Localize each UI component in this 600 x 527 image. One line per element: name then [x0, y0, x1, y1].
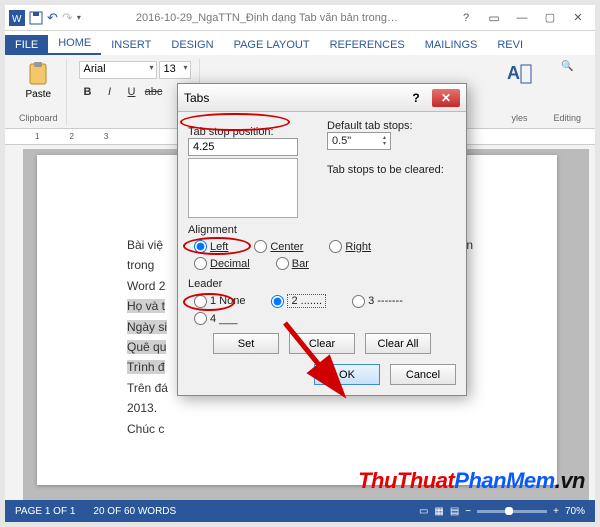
minimize-icon[interactable]: —	[509, 9, 535, 27]
leader-label: Leader	[188, 278, 222, 290]
restore-icon[interactable]: ▢	[537, 9, 563, 27]
zoom-in-icon[interactable]: +	[553, 506, 559, 517]
default-tab-stops-spinner[interactable]: 0.5"	[327, 132, 391, 150]
clipboard-icon	[27, 61, 49, 87]
watermark: ThuThuatPhanMem.vn	[358, 468, 585, 494]
word-app-icon: W	[9, 10, 25, 26]
underline-icon[interactable]: U	[123, 83, 141, 101]
undo-icon[interactable]: ↶	[47, 10, 58, 26]
body-text: Họ và t	[127, 299, 165, 313]
tab-insert[interactable]: INSERT	[101, 35, 161, 55]
body-text: Bài việ	[127, 238, 163, 252]
tab-stop-position-label: Tab stop position:	[188, 126, 274, 138]
align-decimal-radio[interactable]: Decimal	[194, 257, 250, 270]
zoom-slider[interactable]	[477, 510, 547, 513]
body-text: Trên đá	[127, 381, 168, 395]
svg-text:W: W	[12, 14, 22, 25]
tab-references[interactable]: REFERENCES	[320, 35, 415, 55]
clear-button[interactable]: Clear	[289, 333, 355, 354]
redo-icon[interactable]: ↷	[62, 10, 73, 26]
body-text: Ngày si	[127, 320, 167, 334]
tab-page-layout[interactable]: PAGE LAYOUT	[224, 35, 320, 55]
styles-icon[interactable]: A	[505, 61, 533, 87]
bold-icon[interactable]: B	[79, 83, 97, 101]
ribbon-options-icon[interactable]: ▭	[481, 9, 507, 27]
zoom-level[interactable]: 70%	[565, 506, 585, 517]
font-size-combo[interactable]: 13	[159, 61, 191, 79]
leader-underline-radio[interactable]: 4 ___	[194, 312, 238, 325]
svg-text:A: A	[507, 63, 520, 83]
align-bar-radio[interactable]: Bar	[276, 257, 309, 270]
editing-group-label: Editing	[553, 113, 581, 123]
set-button[interactable]: Set	[213, 333, 279, 354]
ribbon-tabs: FILE HOME INSERT DESIGN PAGE LAYOUT REFE…	[5, 31, 595, 55]
close-window-icon[interactable]: ✕	[565, 9, 591, 27]
leader-dashes-radio[interactable]: 3 -------	[352, 294, 403, 308]
default-tab-stops-label: Default tab stops:	[327, 120, 456, 132]
tab-stop-listbox[interactable]	[188, 158, 298, 218]
tab-review[interactable]: REVI	[487, 35, 533, 55]
zoom-out-icon[interactable]: −	[465, 506, 471, 517]
view-web-icon[interactable]: ▤	[450, 506, 459, 517]
italic-icon[interactable]: I	[101, 83, 119, 101]
align-right-radio[interactable]: Right	[329, 240, 371, 253]
find-icon[interactable]: 🔍	[561, 61, 573, 72]
status-page[interactable]: PAGE 1 OF 1	[15, 506, 75, 517]
status-words[interactable]: 20 OF 60 WORDS	[93, 506, 176, 517]
clipboard-group-label: Clipboard	[19, 113, 58, 123]
paste-label: Paste	[25, 89, 51, 100]
tabs-dialog: Tabs ? ✕ Tab stop position: Default tab …	[177, 83, 467, 396]
body-text: Chúc c	[127, 419, 487, 439]
align-center-radio[interactable]: Center	[254, 240, 303, 253]
body-text: Trình đ	[127, 360, 165, 374]
styles-group-label: yles	[511, 113, 527, 123]
status-bar: PAGE 1 OF 1 20 OF 60 WORDS ▭ ▦ ▤ − + 70%	[5, 500, 595, 522]
body-text: Quê qu	[127, 340, 166, 354]
dialog-help-icon[interactable]: ?	[402, 89, 430, 107]
window-title: 2016-10-29_NgaTTN_Định dạng Tab văn bản …	[81, 12, 453, 24]
cancel-button[interactable]: Cancel	[390, 364, 456, 385]
leader-none-radio[interactable]: 1 None	[194, 294, 245, 308]
tab-stops-cleared-label: Tab stops to be cleared:	[327, 164, 456, 176]
leader-dots-radio[interactable]: 2 .......	[271, 294, 326, 308]
tab-file[interactable]: FILE	[5, 35, 48, 55]
strike-icon[interactable]: abc	[145, 83, 163, 101]
clear-all-button[interactable]: Clear All	[365, 333, 431, 354]
tab-stop-position-input[interactable]	[188, 138, 298, 156]
ok-button[interactable]: OK	[314, 364, 380, 385]
alignment-label: Alignment	[188, 224, 237, 236]
help-icon[interactable]: ?	[453, 9, 479, 27]
paste-button[interactable]: Paste	[25, 61, 51, 100]
title-bar: W ↶ ↷ ▾ 2016-10-29_NgaTTN_Định dạng Tab …	[5, 5, 595, 31]
font-name-combo[interactable]: Arial	[79, 61, 157, 79]
dialog-title: Tabs	[184, 91, 400, 105]
dialog-close-icon[interactable]: ✕	[432, 89, 460, 107]
align-left-radio[interactable]: Left	[194, 240, 228, 253]
view-print-icon[interactable]: ▦	[434, 506, 443, 517]
tab-mailings[interactable]: MAILINGS	[415, 35, 488, 55]
view-read-icon[interactable]: ▭	[419, 506, 428, 517]
save-icon[interactable]	[29, 11, 43, 25]
tab-design[interactable]: DESIGN	[161, 35, 223, 55]
tab-home[interactable]: HOME	[48, 33, 101, 55]
